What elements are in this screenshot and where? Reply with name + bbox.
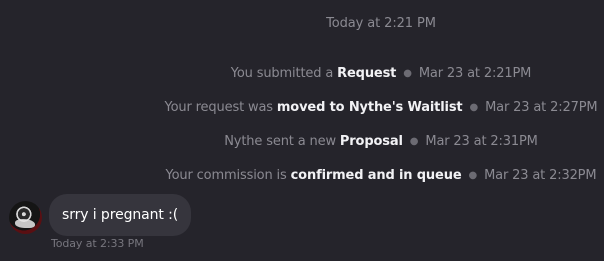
activity-events: You submitted a Request ● Mar 23 at 2:21PM…	[0, 66, 604, 202]
event-proposal-sent: Nythe sent a new Proposal ● Mar 23 at 2:31…	[0, 134, 604, 168]
bullet-separator-icon: ●	[403, 68, 412, 79]
event-moved-to-waitlist: Your request was moved to Nythe's Waitli…	[0, 100, 604, 134]
event-time: Mar 23 at 2:31PM	[425, 134, 538, 149]
chat-thread: Today at 2:21 PM You submitted a Request…	[0, 0, 604, 261]
event-highlight: confirmed and in queue	[290, 168, 462, 183]
event-text: Nythe sent a new	[224, 134, 340, 149]
event-highlight: moved to Nythe's Waitlist	[276, 100, 463, 115]
event-text: You submitted a	[230, 66, 338, 81]
bullet-separator-icon: ●	[469, 102, 479, 113]
event-time: Mar 23 at 2:27PM	[485, 100, 598, 115]
message-timestamp: Today at 2:33 PM	[51, 237, 144, 250]
event-time: Mar 23 at 2:21PM	[418, 66, 532, 81]
event-time: Mar 23 at 2:32PM	[484, 168, 597, 183]
day-timestamp: Today at 2:21 PM	[326, 16, 436, 31]
bullet-separator-icon: ●	[468, 170, 478, 181]
event-text: Your commission is	[165, 168, 291, 183]
event-request-submitted: You submitted a Request ● Mar 23 at 2:21PM	[0, 66, 604, 100]
event-highlight: Request	[337, 66, 397, 81]
message-text: srry i pregnant :(	[62, 207, 179, 223]
event-highlight: Proposal	[339, 134, 403, 149]
user-avatar[interactable]	[9, 201, 42, 234]
event-text: Your request was	[164, 100, 277, 115]
message-bubble[interactable]: srry i pregnant :(	[49, 194, 192, 236]
bullet-separator-icon: ●	[409, 136, 419, 147]
